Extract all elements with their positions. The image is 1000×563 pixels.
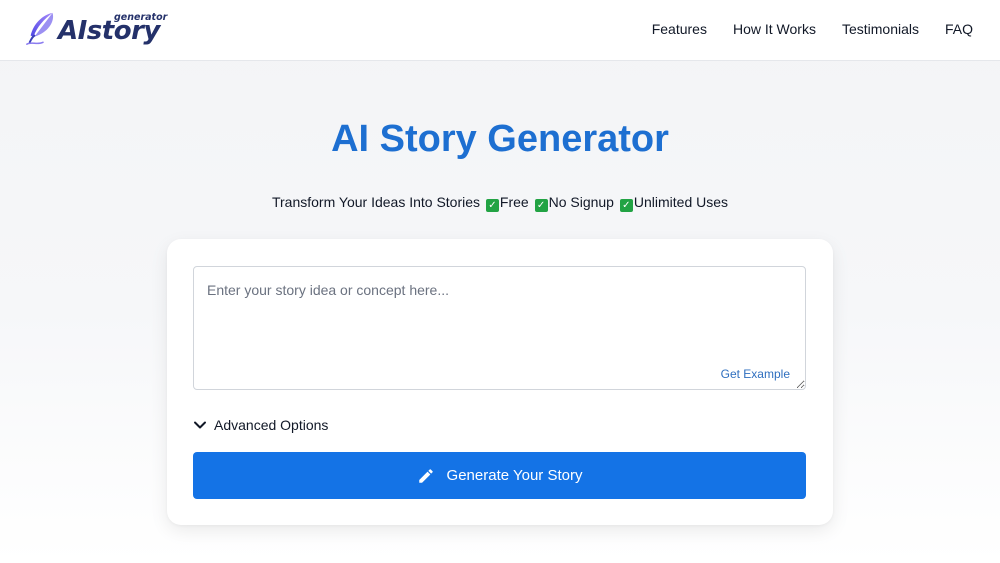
check-mark-icon: ✓ [534,199,548,212]
feather-quill-icon [26,12,54,45]
hero-subtitle: Transform Your Ideas Into Stories ✓ Free … [0,192,1000,212]
subtitle-lead: Transform Your Ideas Into Stories [271,194,481,210]
advanced-options-label: Advanced Options [214,417,329,433]
get-example-link[interactable]: Get Example [721,367,790,381]
chevron-down-icon [194,421,206,429]
story-input-wrapper: Get Example [193,266,806,390]
nav-link-how-it-works[interactable]: How It Works [733,21,816,37]
nav-link-testimonials[interactable]: Testimonials [842,21,919,37]
story-form-card: Get Example Advanced Options Generate Yo… [167,239,833,525]
check-mark-icon: ✓ [619,199,633,212]
page-title: AI Story Generator [331,118,669,160]
advanced-options-toggle[interactable]: Advanced Options [193,415,328,435]
check-mark-icon: ✓ [485,199,499,212]
brand-name: AIstory [58,16,160,46]
top-navbar: generator AIstory Features How It Works … [0,0,1000,61]
nav-links: Features How It Works Testimonials FAQ [652,21,973,37]
nav-link-faq[interactable]: FAQ [945,21,973,37]
feature-unlimited-uses: Unlimited Uses [633,194,729,210]
generate-story-button[interactable]: Generate Your Story [193,452,806,499]
feature-no-signup: No Signup [548,194,614,210]
brand-logo[interactable]: generator AIstory [24,10,167,50]
generate-story-label: Generate Your Story [446,467,583,484]
pencil-icon [418,468,433,483]
story-idea-input[interactable] [193,266,806,390]
feature-free: Free [499,194,529,210]
nav-link-features[interactable]: Features [652,21,707,37]
